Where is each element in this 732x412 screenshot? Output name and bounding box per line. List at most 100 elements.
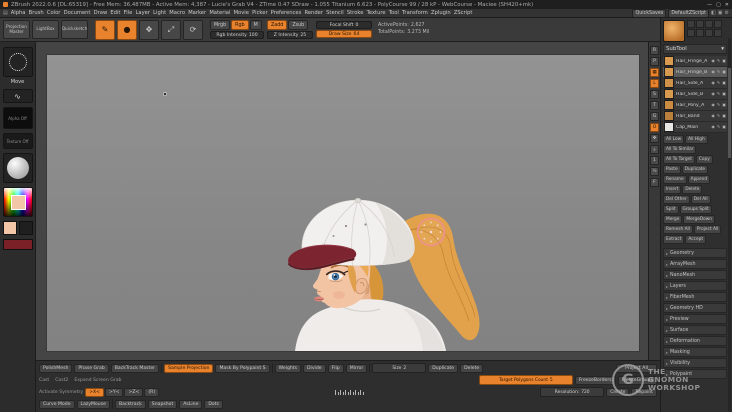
axis-button[interactable]: >Y<: [104, 387, 124, 397]
axis-button[interactable]: >Z<: [124, 387, 144, 397]
eye-icon[interactable]: ◉: [711, 59, 715, 63]
palette-section-header[interactable]: ▸ Layers: [663, 281, 727, 291]
eye-icon[interactable]: ◉: [711, 114, 715, 118]
folder-icon[interactable]: ▣: [722, 103, 726, 107]
menu-item[interactable]: Tool: [389, 10, 399, 16]
sculpt-scene[interactable]: [47, 55, 639, 351]
transform-mode-button[interactable]: ✥: [139, 19, 159, 40]
window-control-button[interactable]: ✕: [725, 2, 729, 8]
folder-icon[interactable]: ▣: [722, 70, 726, 74]
axis-button[interactable]: >X<: [85, 387, 104, 397]
panel-scrollbar[interactable]: [728, 38, 731, 412]
menu-item[interactable]: Preferences: [271, 10, 302, 16]
folder-icon[interactable]: ▣: [722, 114, 726, 118]
recent-tool-thumb[interactable]: [705, 29, 713, 37]
transform-mode-button[interactable]: ✎: [95, 19, 115, 40]
subtool-row[interactable]: Hair_Side_B ◉ ✎ ▣: [663, 89, 727, 100]
grid-icon[interactable]: ▣: [718, 10, 723, 16]
menu-item[interactable]: Draw: [94, 10, 108, 16]
tray-button[interactable]: Backtrack: [114, 399, 146, 409]
paintbrush-icon[interactable]: ✎: [717, 125, 720, 129]
eye-icon[interactable]: ◉: [711, 70, 715, 74]
viewport-toggle-icon[interactable]: L: [650, 79, 659, 88]
subtool-action-button[interactable]: Accept: [685, 235, 707, 244]
z-intensity-slider[interactable]: Z Intensity 25: [267, 31, 313, 39]
menu-item[interactable]: Edit: [110, 10, 120, 16]
window-control-button[interactable]: —: [707, 2, 712, 8]
rgb-intensity-slider[interactable]: Rgb Intensity 100: [210, 31, 264, 39]
subtool-action-button[interactable]: All To Similar: [663, 145, 697, 154]
material-thumbnail[interactable]: [2, 153, 33, 183]
folder-icon[interactable]: ▣: [722, 81, 726, 85]
tray-button[interactable]: Create: [606, 387, 630, 397]
subtool-action-button[interactable]: Duplicate: [681, 165, 709, 174]
viewport-toggle-icon[interactable]: O: [650, 123, 659, 132]
paint-mode-button[interactable]: Mrgb: [210, 20, 231, 30]
menu-item[interactable]: Color: [47, 10, 61, 16]
paintbrush-icon[interactable]: ✎: [717, 59, 720, 63]
tray-button[interactable]: AsLine: [179, 399, 203, 409]
tray-button[interactable]: Weights: [274, 363, 302, 373]
draw-size-slider[interactable]: Draw Size 64: [316, 30, 372, 38]
paintbrush-icon[interactable]: ✎: [717, 114, 720, 118]
menu-item[interactable]: Picker: [252, 10, 267, 16]
paintbrush-icon[interactable]: ✎: [717, 103, 720, 107]
viewport-toggle-icon[interactable]: ✥: [650, 134, 659, 143]
subtool-action-button[interactable]: All High: [685, 135, 708, 144]
palette-section-header[interactable]: ▸ Geometry: [663, 248, 727, 258]
project-all-button[interactable]: Project All: [616, 363, 657, 373]
viewport-toggle-icon[interactable]: R: [650, 46, 659, 55]
shelf-button[interactable]: Projection Master: [3, 20, 30, 39]
shelf-button[interactable]: LightBox: [32, 20, 59, 39]
subtool-action-button[interactable]: Insert: [663, 185, 682, 194]
subtool-action-button[interactable]: Project All: [693, 225, 722, 234]
color-picker-inner[interactable]: [10, 195, 26, 210]
menu-item[interactable]: Marker: [188, 10, 206, 16]
menu-item[interactable]: Transform: [402, 10, 428, 16]
subtool-action-button[interactable]: All To Target: [663, 155, 695, 164]
tray-button[interactable]: Repaint: [631, 387, 657, 397]
tray-button[interactable]: LazyMouse: [76, 399, 110, 409]
viewport-toggle-icon[interactable]: ½: [650, 167, 659, 176]
recent-tool-thumb[interactable]: [687, 29, 695, 37]
viewport-toggle-icon[interactable]: P: [650, 57, 659, 66]
paint-mode-button[interactable]: M: [249, 20, 262, 30]
paintbrush-icon[interactable]: ✎: [717, 70, 720, 74]
tray-button[interactable]: Phase Grab: [74, 363, 109, 373]
subtool-row[interactable]: Hair_Band ◉ ✎ ▣: [663, 111, 727, 122]
subtool-action-button[interactable]: Groups Split: [679, 205, 712, 214]
subtool-action-button[interactable]: Remesh All: [663, 225, 693, 234]
menu-item[interactable]: Render: [304, 10, 322, 16]
palette-section-header[interactable]: ▸ Visibility: [663, 358, 727, 368]
mask-by-polypaint-dropdown[interactable]: Mask By Polypaint S: [215, 363, 270, 373]
menu-item[interactable]: Document: [64, 10, 91, 16]
tray-button[interactable]: Dots: [204, 399, 223, 409]
menu-item[interactable]: Stencil: [326, 10, 344, 16]
axis-button[interactable]: (R): [144, 387, 160, 397]
size-slider[interactable]: Size 2: [372, 363, 427, 373]
subtool-action-button[interactable]: Paste: [663, 165, 681, 174]
palette-section-header[interactable]: ▸ Deformation: [663, 336, 727, 346]
menu-item[interactable]: Light: [153, 10, 166, 16]
viewport-toggle-icon[interactable]: T: [650, 101, 659, 110]
eye-icon[interactable]: ◉: [711, 81, 715, 85]
resolution-field[interactable]: Resolution: 720: [540, 387, 605, 397]
tray-button[interactable]: Mirror: [345, 363, 368, 373]
recent-tool-thumb[interactable]: [705, 20, 713, 28]
eye-icon[interactable]: ◉: [711, 103, 715, 107]
palette-section-header[interactable]: ▸ ArrayMesh: [663, 259, 727, 269]
transform-mode-button[interactable]: ⤢: [161, 19, 181, 40]
subtool-action-button[interactable]: Del Other: [663, 195, 690, 204]
gear-icon[interactable]: ⚙: [725, 10, 729, 16]
viewport-toggle-icon[interactable]: F: [650, 178, 659, 187]
subtool-row[interactable]: Hair_Pony_A ◉ ✎ ▣: [663, 100, 727, 111]
subtool-action-button[interactable]: Delete: [682, 185, 703, 194]
transform-mode-button[interactable]: ●: [117, 19, 137, 40]
viewport-toggle-icon[interactable]: 1: [650, 156, 659, 165]
shelf-button[interactable]: Quicksketch: [61, 20, 88, 39]
subtool-action-button[interactable]: All Low: [663, 135, 685, 144]
subtool-action-button[interactable]: MergeDown: [683, 215, 716, 224]
menu-item[interactable]: Brush: [29, 10, 44, 16]
brush-thumbnail[interactable]: [2, 47, 33, 77]
stroke-thumbnail[interactable]: ∿: [2, 89, 33, 103]
